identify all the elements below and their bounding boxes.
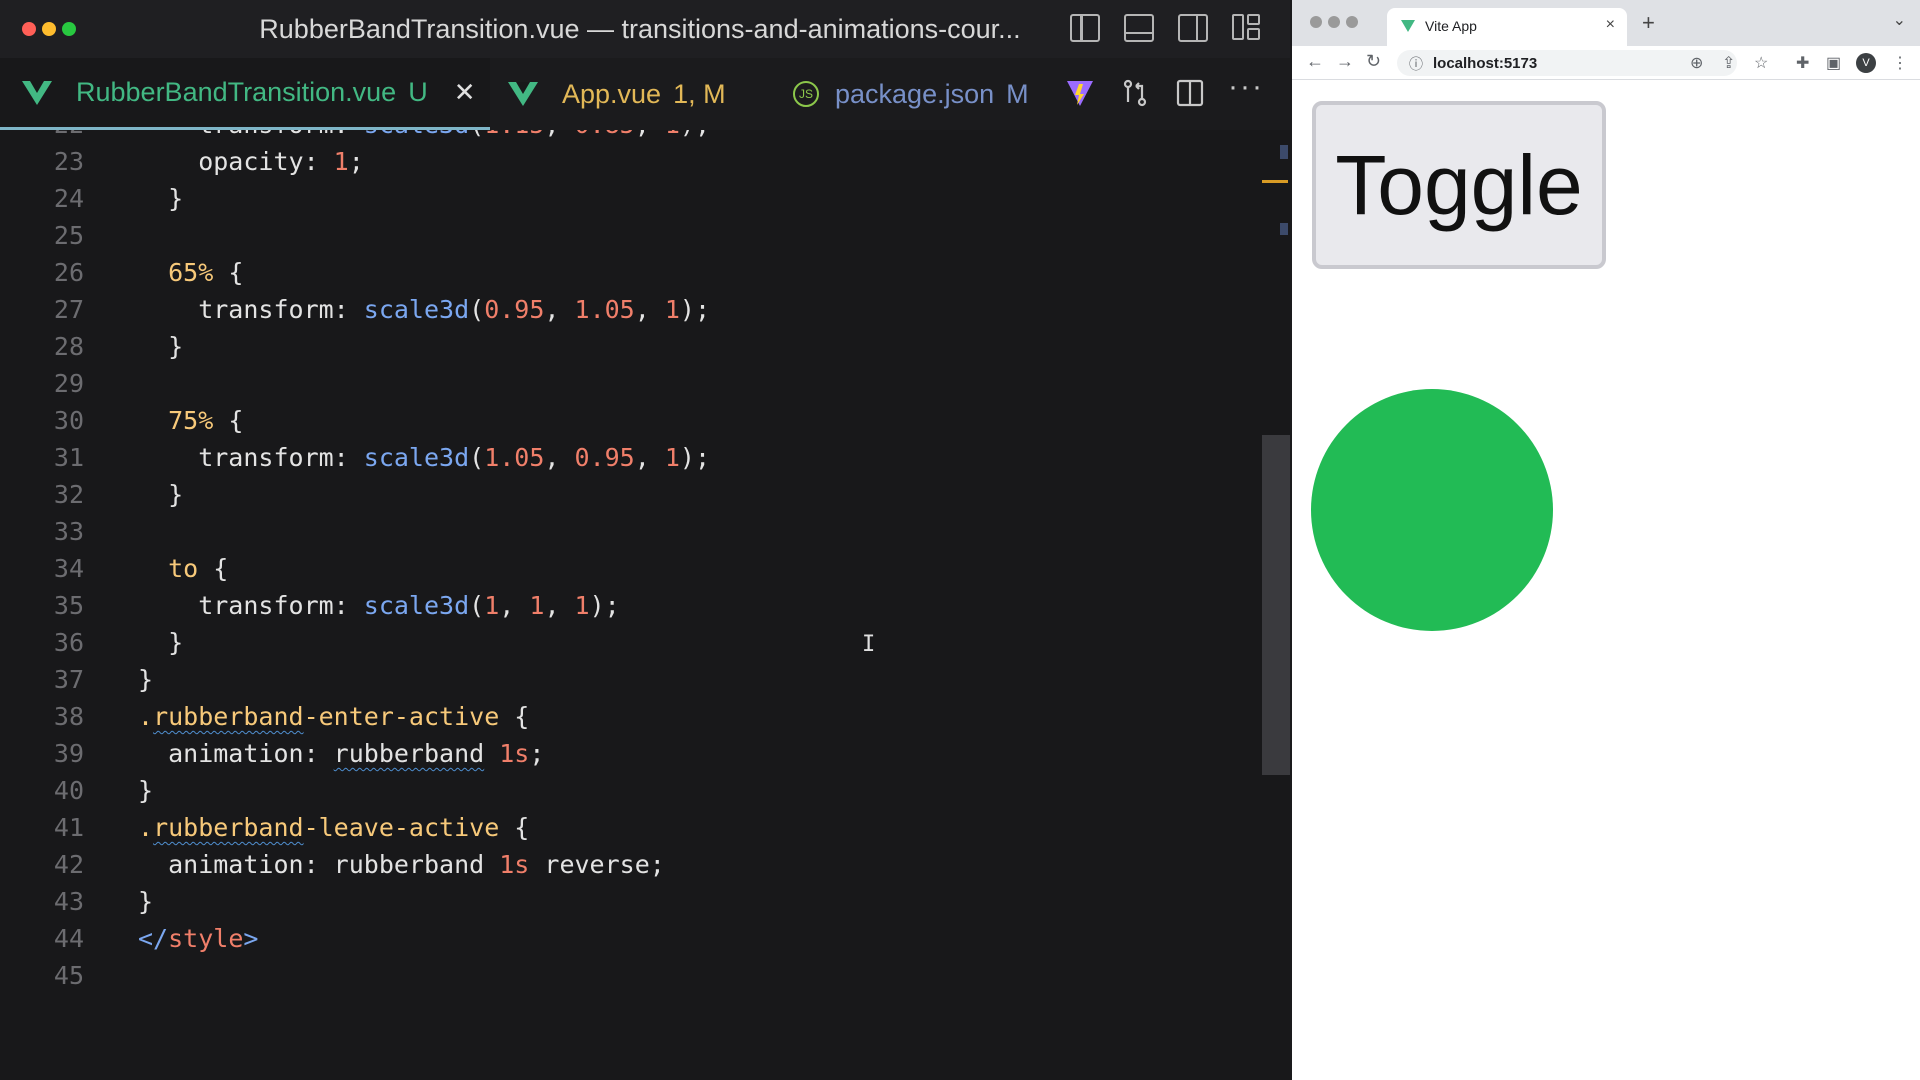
more-actions-icon[interactable]: ··· (1228, 70, 1264, 104)
code-line: 28 } (53, 332, 184, 361)
web-page-content: Toggle (1292, 81, 1920, 1080)
window-title: RubberBandTransition.vue — transitions-a… (259, 14, 1021, 44)
split-editor-icon[interactable] (1175, 78, 1205, 116)
editor-title-bar: RubberBandTransition.vue — transitions-a… (0, 0, 1290, 58)
code-line: 41 .rubberband-leave-active { (53, 813, 530, 842)
tab-label: package.json (835, 78, 995, 109)
code-line: 36 } (53, 628, 184, 657)
code-line: 40} (53, 776, 154, 805)
code-editor[interactable]: 22 transform: scale3d(1.15, 0.85, 1); 23… (0, 130, 1290, 1080)
nodejs-icon: JS (793, 81, 819, 107)
code-line: 42 animation: rubberband 1s reverse; (53, 850, 665, 879)
browser-toolbar: ← → ↻ ⓘ localhost:5173 ⊕ ⇪ ☆ ✚ ▣ V ⋮ (1292, 46, 1920, 80)
code-line: 30 75% { (53, 406, 244, 435)
code-line: 39 animation: rubberband 1s; (53, 739, 545, 768)
tab-status-badge: 1, M (673, 78, 726, 109)
text-cursor-icon: I (862, 632, 876, 657)
code-line: 25 (53, 221, 84, 250)
code-line: 26 65% { (53, 258, 244, 287)
toggle-button[interactable]: Toggle (1312, 101, 1606, 269)
browser-menu-icon[interactable]: ⋮ (1892, 53, 1908, 73)
vue-file-icon (22, 80, 52, 105)
code-line: 27 transform: scale3d(0.95, 1.05, 1); (53, 295, 711, 324)
extensions-icon[interactable]: ✚ (1796, 53, 1809, 73)
vue-file-icon (508, 82, 538, 106)
code-line: 24 } (53, 184, 184, 213)
editor-scrollbar-thumb[interactable] (1262, 435, 1290, 775)
forward-arrow-icon[interactable]: → (1336, 51, 1354, 72)
close-tab-icon[interactable]: × (1606, 16, 1615, 34)
code-line: 38 .rubberband-enter-active { (53, 702, 530, 731)
editor-tab-bar: RubberBandTransition.vue U ✕ App.vue 1, … (0, 58, 1290, 130)
side-panel-icon[interactable]: ▣ (1826, 53, 1841, 73)
customize-layout-icon[interactable] (1232, 14, 1262, 42)
code-line: 34 to { (53, 554, 229, 583)
site-info-icon[interactable]: ⓘ (1409, 54, 1423, 74)
minimize-window-button[interactable] (42, 22, 56, 36)
code-line: 31 transform: scale3d(1.05, 0.95, 1); (53, 443, 711, 472)
tab-label: RubberBandTransition.vue (76, 77, 397, 107)
tab-app-vue[interactable]: App.vue 1, M (508, 58, 738, 130)
toggle-panel-icon[interactable] (1124, 14, 1154, 42)
profile-avatar[interactable]: V (1856, 53, 1876, 73)
address-bar[interactable]: ⓘ localhost:5173 (1397, 50, 1737, 76)
code-line: 23 opacity: 1; (53, 147, 364, 176)
code-line: 32 } (53, 480, 184, 509)
new-tab-button[interactable]: + (1642, 10, 1655, 36)
code-line: 44 </style> (53, 924, 259, 953)
toggle-secondary-sidebar-icon[interactable] (1178, 14, 1208, 42)
maximize-window-button[interactable] (1346, 16, 1358, 28)
tab-label: App.vue (562, 78, 662, 109)
browser-tab-title: Vite App (1425, 18, 1477, 34)
back-arrow-icon[interactable]: ← (1306, 51, 1324, 72)
close-window-button[interactable] (1310, 16, 1322, 28)
close-tab-icon[interactable]: ✕ (454, 77, 476, 108)
browser-window: Vite App × + ⌄ ← → ↻ ⓘ localhost:5173 ⊕ … (1292, 0, 1920, 1080)
close-window-button[interactable] (22, 22, 36, 36)
code-line: 45 (53, 961, 84, 990)
reload-icon[interactable]: ↻ (1366, 51, 1381, 72)
code-line: 37} (53, 665, 154, 694)
bookmark-star-icon[interactable]: ☆ (1754, 53, 1768, 73)
browser-tab-strip: Vite App × + ⌄ (1292, 0, 1920, 46)
share-icon[interactable]: ⇪ (1722, 53, 1735, 73)
toggle-sidebar-icon[interactable] (1070, 14, 1100, 42)
code-line: 33 (53, 517, 84, 546)
tab-rubberbandtransition-vue[interactable]: RubberBandTransition.vue U ✕ (0, 58, 490, 130)
code-line: 29 (53, 369, 84, 398)
zoom-icon[interactable]: ⊕ (1690, 53, 1703, 73)
url-host: localhost:5173 (1433, 55, 1538, 72)
git-compare-icon[interactable] (1120, 78, 1150, 116)
vite-icon[interactable] (1065, 78, 1095, 116)
animated-green-circle (1311, 389, 1553, 631)
tab-package-json[interactable]: JS package.json M (793, 58, 1053, 130)
code-editor-window: RubberBandTransition.vue — transitions-a… (0, 0, 1290, 1080)
tab-status-badge: M (1006, 78, 1029, 109)
minimize-window-button[interactable] (1328, 16, 1340, 28)
maximize-window-button[interactable] (62, 22, 76, 36)
browser-tab-vite-app[interactable]: Vite App × (1387, 8, 1627, 46)
tab-status-badge: U (408, 77, 428, 107)
vue-favicon-icon (1401, 20, 1415, 32)
code-line: 43} (53, 887, 154, 916)
code-line: 22 transform: scale3d(1.15, 0.85, 1); (0, 130, 1250, 143)
url-text: localhost:5173 (1433, 55, 1537, 72)
tab-search-chevron-icon[interactable]: ⌄ (1893, 10, 1906, 30)
code-line: 35 transform: scale3d(1, 1, 1); (53, 591, 620, 620)
